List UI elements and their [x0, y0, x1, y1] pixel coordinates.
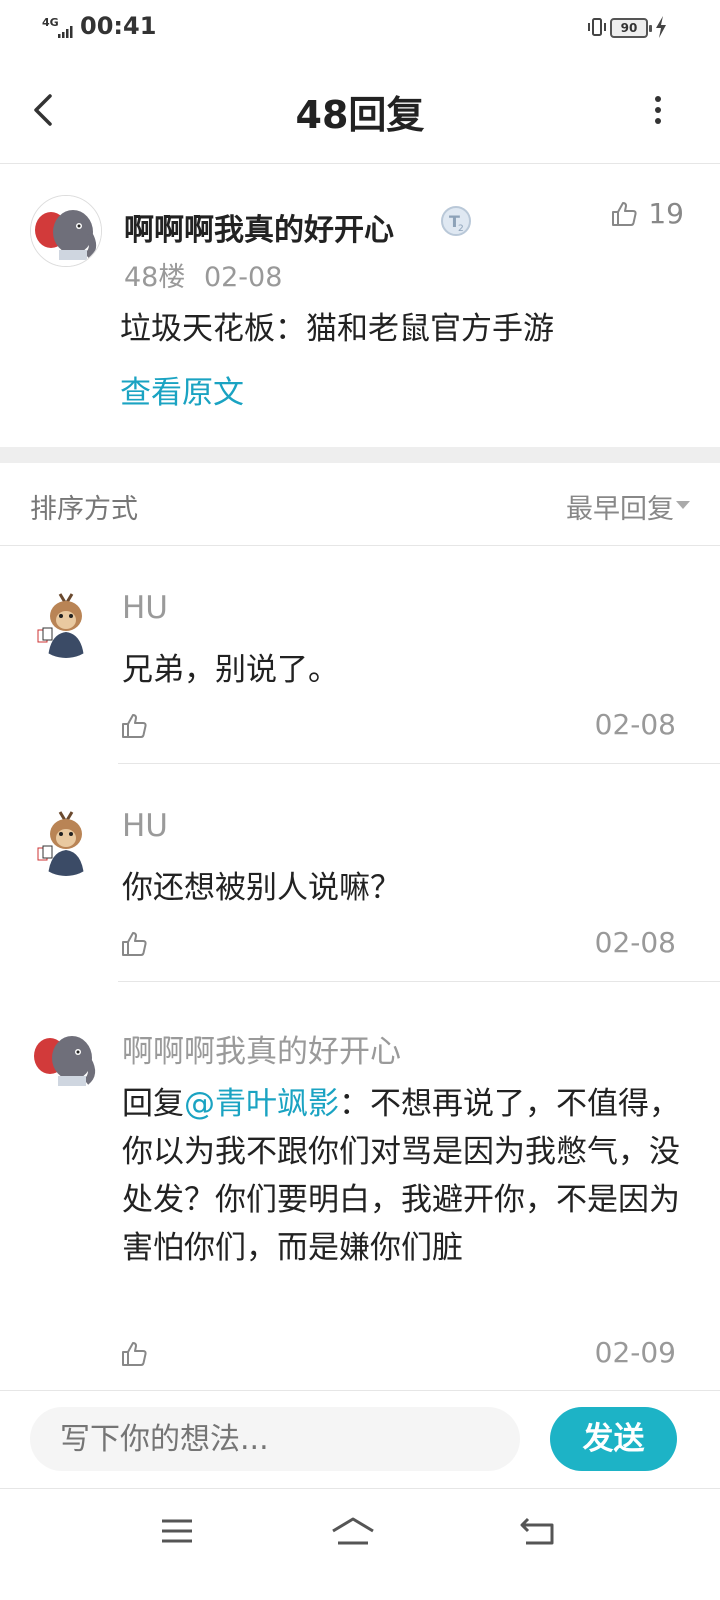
system-nav-bar	[0, 1488, 720, 1600]
avatar[interactable]	[30, 1022, 102, 1094]
post-author[interactable]: 啊啊啊我真的好开心	[124, 205, 394, 249]
like-count: 19	[648, 197, 684, 230]
reply-date: 02-08	[594, 708, 676, 741]
thumbs-up-icon[interactable]	[120, 712, 148, 740]
clock: 00:41	[80, 12, 157, 40]
thumbs-up-icon	[612, 201, 637, 226]
reply-prefix: 回复	[122, 1086, 184, 1122]
reply-item: 啊啊啊我真的好开心 回复@青叶飒影：不想再说了，不值得，你以为我不跟你们对骂是因…	[0, 982, 720, 1390]
avatar[interactable]	[30, 195, 102, 267]
back-icon[interactable]	[516, 1513, 562, 1549]
reply-author[interactable]: HU	[122, 808, 168, 844]
monkey-avatar-icon	[30, 586, 102, 658]
thumbs-up-icon[interactable]	[120, 930, 148, 958]
mention-link[interactable]: @青叶飒影	[184, 1086, 339, 1122]
section-divider	[0, 447, 720, 463]
svg-text:2: 2	[458, 224, 464, 234]
reply-author[interactable]: HU	[122, 590, 168, 626]
reply-content: 回复@青叶飒影：不想再说了，不值得，你以为我不跟你们对骂是因为我憋气，没处发？你…	[122, 1080, 680, 1272]
level-badge-icon: T 2	[441, 206, 471, 236]
avatar[interactable]	[30, 586, 102, 658]
post-like-button[interactable]: 19	[610, 197, 684, 230]
page-title: 48回复	[295, 93, 425, 137]
post-content: 垃圾天花板：猫和老鼠官方手游	[120, 311, 554, 347]
reply-item: HU 你还想被别人说嘛？ 02-08	[0, 764, 720, 982]
vibrate-icon	[588, 18, 606, 36]
avatar[interactable]	[30, 804, 102, 876]
reply-item: HU 兄弟，别说了。 02-08	[0, 546, 720, 764]
sort-dropdown[interactable]: 最早回复	[566, 487, 674, 526]
view-original-link[interactable]: 查看原文	[120, 367, 244, 412]
more-options-icon[interactable]	[652, 94, 664, 126]
home-icon[interactable]	[330, 1513, 376, 1549]
signal-icon	[58, 26, 73, 38]
caret-down-icon[interactable]	[676, 501, 690, 509]
sort-label: 排序方式	[30, 494, 138, 525]
original-post: 啊啊啊我真的好开心 T 2 19 48楼 02-08 垃圾天花板：猫和老鼠官方手…	[0, 165, 720, 447]
network-type: 4G	[42, 16, 59, 29]
top-bar: 48回复	[0, 56, 720, 164]
reply-content: 你还想被别人说嘛？	[122, 870, 401, 906]
floor-number: 48楼	[124, 262, 186, 293]
comment-bar: 发送	[0, 1390, 720, 1488]
comment-input[interactable]	[30, 1407, 520, 1471]
elephant-avatar-icon	[31, 196, 101, 266]
charging-icon	[656, 16, 666, 38]
post-date: 02-08	[203, 262, 283, 293]
monkey-avatar-icon	[30, 804, 102, 876]
status-bar: 4G 00:41 90	[0, 0, 720, 56]
reply-date: 02-08	[594, 926, 676, 959]
reply-date: 02-09	[594, 1336, 676, 1369]
reply-author[interactable]: 啊啊啊我真的好开心	[122, 1026, 401, 1071]
menu-icon[interactable]	[154, 1513, 200, 1549]
reply-content: 兄弟，别说了。	[122, 652, 339, 688]
send-button[interactable]: 发送	[550, 1407, 677, 1471]
sort-bar: 排序方式 最早回复	[0, 463, 720, 546]
battery-icon: 90	[610, 18, 652, 38]
elephant-avatar-icon	[30, 1022, 102, 1094]
post-meta: 48楼 02-08	[124, 255, 282, 294]
thumbs-up-icon[interactable]	[120, 1340, 148, 1368]
